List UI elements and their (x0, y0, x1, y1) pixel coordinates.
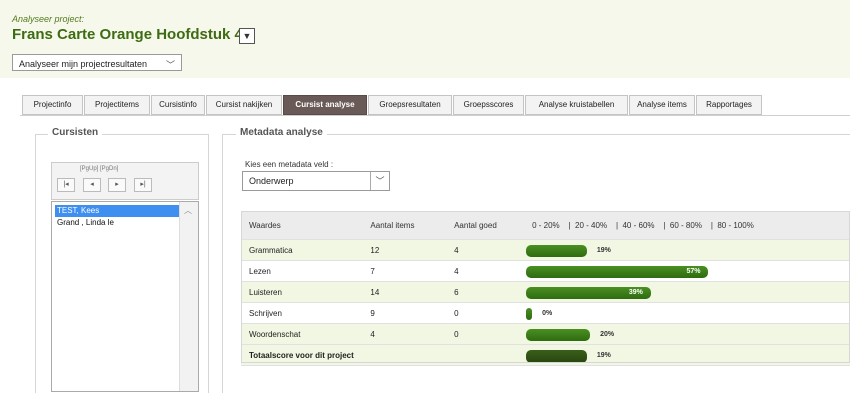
percent-bar (526, 308, 533, 320)
student-list-item[interactable]: Grand , Linda le (55, 217, 114, 229)
students-list[interactable]: TEST, Kees Grand , Linda le ︿ (51, 201, 199, 392)
filter-icon[interactable]: ▼ (239, 28, 255, 44)
previous-page-button[interactable]: ◂ (83, 178, 101, 192)
chevron-down-icon: ﹀ (370, 172, 389, 190)
first-page-icon: |◂ (63, 181, 69, 188)
tab-analyse-kruistabellen[interactable]: Analyse kruistabellen (525, 95, 628, 115)
table-row: Grammatica 12 4 19% (241, 239, 850, 261)
percent-label: 39% (628, 289, 643, 296)
tab-analyse-items[interactable]: Analyse items (629, 95, 695, 115)
page-subtitle: Analyseer project: (12, 14, 85, 24)
cell-aantal-goed: 4 (446, 260, 525, 282)
percent-label: 19% (596, 247, 611, 254)
next-page-icon: ▸ (115, 181, 119, 188)
metadata-field-select[interactable]: Onderwerp ﹀ (242, 171, 390, 191)
cell-total-label: Totaalscore voor dit project (241, 344, 525, 366)
first-page-button[interactable]: |◂ (57, 178, 75, 192)
cell-aantal-goed: 6 (446, 281, 525, 303)
percent-label: 19% (596, 352, 611, 359)
metadata-field-label: Kies een metadata veld : (245, 160, 334, 169)
next-page-button[interactable]: ▸ (108, 178, 126, 192)
cell-aantal-goed: 0 (446, 302, 525, 324)
cell-aantal-items: 14 (362, 281, 447, 303)
tab-groepsscores[interactable]: Groepsscores (453, 95, 524, 115)
percent-label: 0% (542, 310, 553, 317)
percent-bar (526, 350, 587, 363)
column-header-aantal-goed: Aantal goed (446, 211, 525, 240)
percent-label: 20% (600, 331, 615, 338)
total-row: Totaalscore voor dit project 19% (241, 344, 850, 366)
last-page-icon: ▸| (140, 181, 146, 188)
metadata-results-table: Waardes Aantal items Aantal goed 0 - 20%… (241, 211, 850, 366)
tab-projectitems[interactable]: Projectitems (84, 95, 150, 115)
student-list-item[interactable]: TEST, Kees (55, 205, 179, 217)
table-header-row: Waardes Aantal items Aantal goed 0 - 20%… (241, 211, 850, 240)
percent-bar-cell: 57% (524, 260, 850, 282)
table-row: Schrijven 9 0 0% (241, 302, 850, 324)
students-panel-legend: Cursisten (48, 127, 103, 138)
table-row: Luisteren 14 6 39% (241, 281, 850, 303)
tab-cursist-analyse[interactable]: Cursist analyse (283, 95, 367, 115)
tab-cursist-nakijken[interactable]: Cursist nakijken (206, 95, 282, 115)
cell-aantal-items: 9 (362, 302, 447, 324)
project-header: Analyseer project: Frans Carte Orange Ho… (0, 0, 850, 78)
tab-divider (20, 115, 850, 116)
metadata-panel-legend: Metadata analyse (236, 127, 327, 138)
tab-groepsresultaten[interactable]: Groepsresultaten (368, 95, 452, 115)
column-header-percent-scale: 0 - 20% | 20 - 40% | 40 - 60% | 60 - 80%… (524, 211, 850, 240)
tab-cursistinfo[interactable]: Cursistinfo (151, 95, 205, 115)
action-select[interactable]: Analyseer mijn projectresultaten ﹀ (12, 54, 182, 71)
table-row: Woordenschat 4 0 20% (241, 323, 850, 345)
cell-aantal-items: 12 (362, 239, 447, 261)
pager-toolbar: [PgUp] [PgDn] |◂ ◂ ▸ ▸| (51, 162, 199, 200)
pager-label: [PgUp] [PgDn] (80, 166, 119, 172)
percent-bar-cell: 19% (524, 239, 850, 261)
action-select-value: Analyseer mijn projectresultaten (19, 59, 148, 69)
cell-waarde: Lezen (241, 260, 363, 282)
tab-projectinfo[interactable]: Projectinfo (22, 95, 83, 115)
cell-aantal-goed: 4 (446, 239, 525, 261)
cell-aantal-items: 4 (362, 323, 447, 345)
percent-bar (526, 329, 591, 341)
tab-rapportages[interactable]: Rapportages (696, 95, 762, 115)
percent-bar-cell: 0% (524, 302, 850, 324)
percent-bar-cell: 20% (524, 323, 850, 345)
metadata-field-value: Onderwerp (249, 176, 294, 186)
cell-aantal-goed: 0 (446, 323, 525, 345)
chevron-up-icon[interactable]: ︿ (184, 205, 192, 216)
previous-page-icon: ◂ (90, 181, 94, 188)
cell-waarde: Schrijven (241, 302, 363, 324)
percent-bar (526, 266, 709, 278)
cell-aantal-items: 7 (362, 260, 447, 282)
cell-waarde: Woordenschat (241, 323, 363, 345)
percent-bar-cell: 19% (524, 344, 850, 366)
last-page-button[interactable]: ▸| (134, 178, 152, 192)
cell-waarde: Luisteren (241, 281, 363, 303)
column-header-waardes: Waardes (241, 211, 363, 240)
percent-label: 57% (686, 268, 701, 275)
cell-waarde: Grammatica (241, 239, 363, 261)
column-header-aantal-items: Aantal items (362, 211, 447, 240)
percent-bar-cell: 39% (524, 281, 850, 303)
percent-bar (526, 245, 587, 257)
list-scrollbar[interactable]: ︿ (179, 202, 198, 391)
chevron-down-icon: ﹀ (165, 60, 175, 70)
table-row: Lezen 7 4 57% (241, 260, 850, 282)
page-title: Frans Carte Orange Hoofdstuk 4 (12, 26, 243, 43)
